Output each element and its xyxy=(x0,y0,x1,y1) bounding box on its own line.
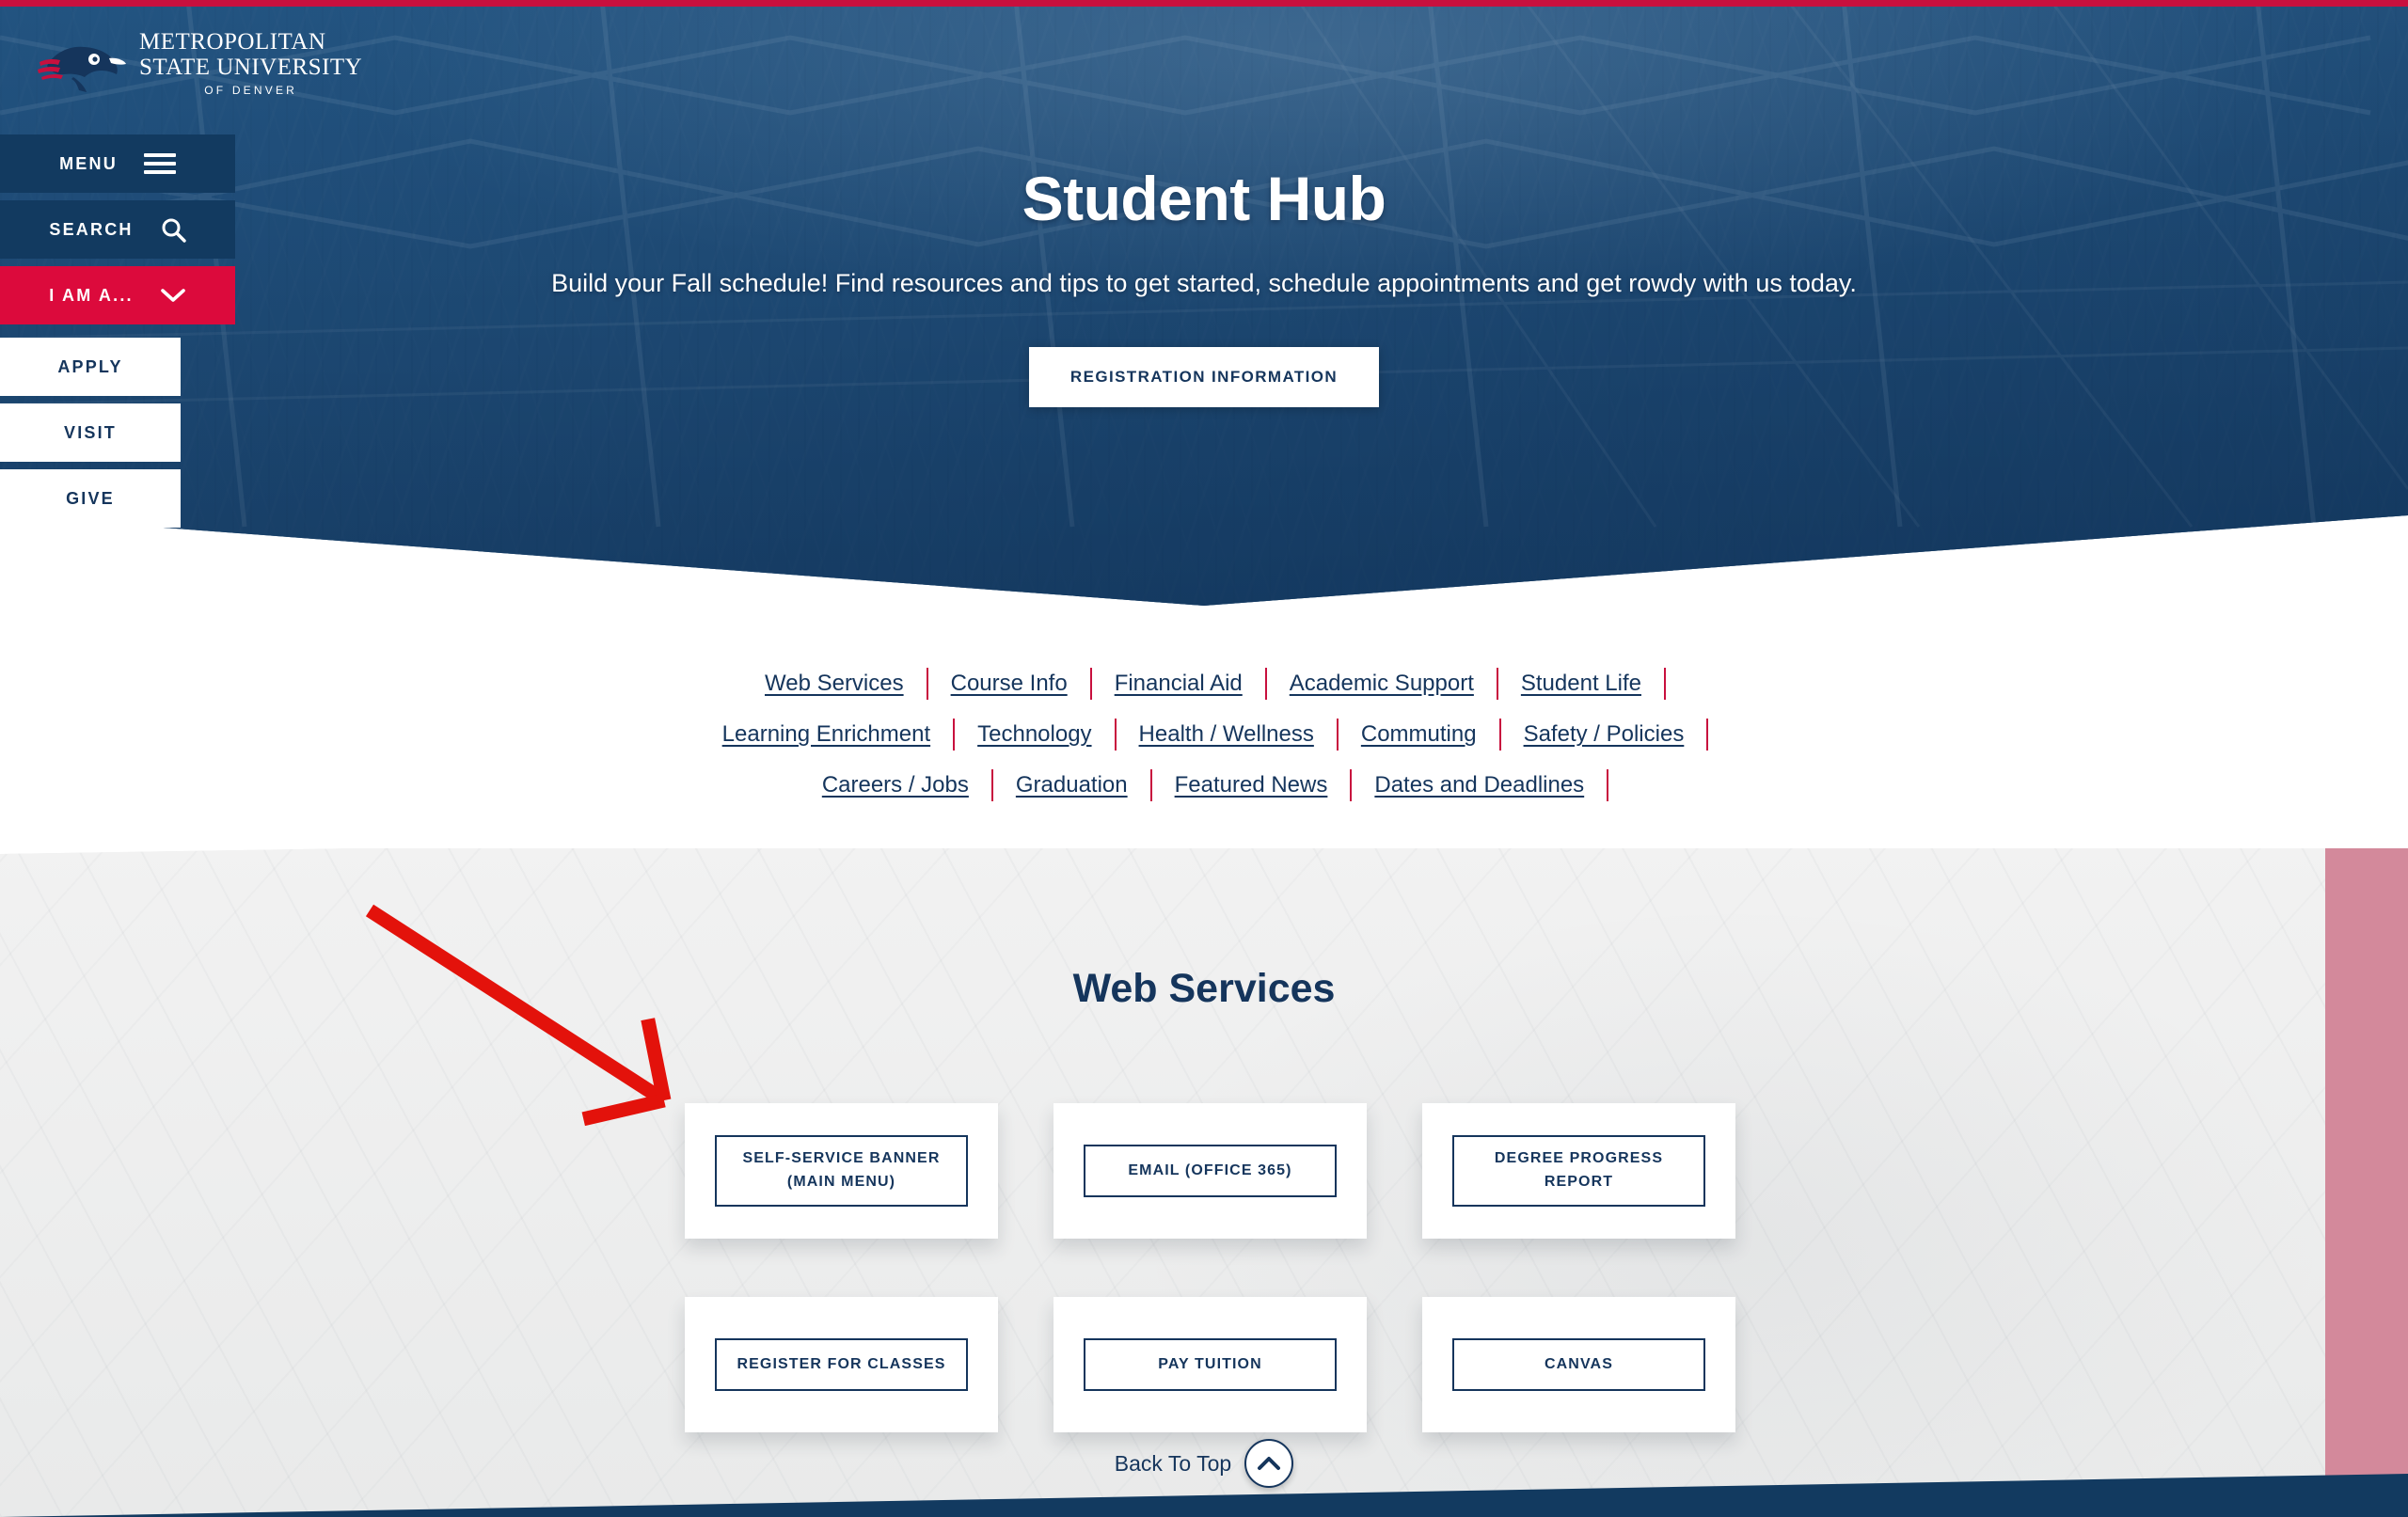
logo-line-2: STATE UNIVERSITY xyxy=(139,55,363,80)
chevron-down-icon xyxy=(160,289,185,302)
give-button[interactable]: GIVE xyxy=(0,469,181,528)
service-button-self-service-banner[interactable]: SELF-SERVICE BANNER (MAIN MENU) xyxy=(715,1135,968,1207)
quick-link-academic-support[interactable]: Academic Support xyxy=(1267,671,1497,697)
i-am-a-button-label: I AM A... xyxy=(49,285,134,305)
service-button-register-for-classes[interactable]: REGISTER FOR CLASSES xyxy=(715,1338,968,1391)
search-button-label: SEARCH xyxy=(49,219,134,239)
registration-information-button[interactable]: REGISTRATION INFORMATION xyxy=(1028,347,1380,407)
quick-link-technology[interactable]: Technology xyxy=(955,721,1114,748)
quick-link-health-wellness[interactable]: Health / Wellness xyxy=(1117,721,1337,748)
pink-accent-stripe xyxy=(2325,816,2408,1517)
service-button-degree-progress[interactable]: DEGREE PROGRESS REPORT xyxy=(1452,1135,1705,1207)
quick-link-financial-aid[interactable]: Financial Aid xyxy=(1092,671,1265,697)
service-card[interactable]: REGISTER FOR CLASSES xyxy=(685,1297,998,1432)
quick-links-panel: Web Services Course Info Financial Aid Acad… xyxy=(0,621,2408,848)
service-card[interactable]: DEGREE PROGRESS REPORT xyxy=(1422,1103,1735,1239)
quick-link-featured-news[interactable]: Featured News xyxy=(1152,772,1351,798)
top-accent-rule xyxy=(0,0,2408,7)
logo-line-1: METROPOLITAN xyxy=(139,29,326,55)
quick-link-course-info[interactable]: Course Info xyxy=(928,671,1090,697)
quick-links-row-3: Careers / Jobs Graduation Featured News Dat… xyxy=(800,769,1609,801)
service-button-pay-tuition[interactable]: PAY TUITION xyxy=(1084,1338,1337,1391)
quick-link-commuting[interactable]: Commuting xyxy=(1339,721,1499,748)
back-to-top-label[interactable]: Back To Top xyxy=(1115,1451,1231,1477)
service-card[interactable]: SELF-SERVICE BANNER (MAIN MENU) xyxy=(685,1103,998,1239)
left-nav-stack: MENU SEARCH I AM A... APPLY VISIT GIVE xyxy=(0,134,235,528)
chevron-up-icon xyxy=(1258,1457,1281,1470)
web-services-heading: Web Services xyxy=(1072,966,1336,1011)
roadrunner-icon xyxy=(38,46,126,92)
search-icon xyxy=(162,218,186,243)
service-button-line-1: DEGREE PROGRESS xyxy=(1494,1150,1664,1167)
visit-button[interactable]: VISIT xyxy=(0,403,181,462)
hamburger-icon xyxy=(143,153,176,174)
page-title: Student Hub xyxy=(1022,164,1386,233)
search-button[interactable]: SEARCH xyxy=(0,200,235,259)
service-button-canvas[interactable]: CANVAS xyxy=(1452,1338,1705,1391)
link-divider xyxy=(1706,719,1709,751)
back-to-top-button[interactable] xyxy=(1244,1439,1294,1488)
web-services-card-grid: SELF-SERVICE BANNER (MAIN MENU) EMAIL (OFF… xyxy=(685,1103,1738,1432)
quick-link-web-services[interactable]: Web Services xyxy=(742,671,927,697)
service-button-text: DEGREE PROGRESS REPORT xyxy=(1495,1147,1663,1194)
service-button-line-2: (MAIN MENU) xyxy=(786,1174,896,1190)
quick-link-safety-policies[interactable]: Safety / Policies xyxy=(1501,721,1707,748)
logo-line-3: OF DENVER xyxy=(204,84,298,97)
quick-links-row-1: Web Services Course Info Financial Aid Acad… xyxy=(742,668,1666,700)
quick-link-graduation[interactable]: Graduation xyxy=(993,772,1150,798)
service-button-line-1: SELF-SERVICE BANNER xyxy=(742,1150,941,1167)
quick-link-careers-jobs[interactable]: Careers / Jobs xyxy=(800,772,991,798)
service-card[interactable]: CANVAS xyxy=(1422,1297,1735,1432)
quick-link-learning-enrichment[interactable]: Learning Enrichment xyxy=(700,721,953,748)
quick-link-dates-and-deadlines[interactable]: Dates and Deadlines xyxy=(1352,772,1607,798)
link-divider xyxy=(1607,769,1609,801)
apply-button[interactable]: APPLY xyxy=(0,338,181,396)
link-divider xyxy=(1663,668,1666,700)
i-am-a-button[interactable]: I AM A... xyxy=(0,266,235,324)
service-button-email-office-365[interactable]: EMAIL (OFFICE 365) xyxy=(1084,1145,1337,1197)
msu-denver-logo[interactable]: METROPOLITAN STATE UNIVERSITY OF DENVER xyxy=(36,30,362,96)
menu-button-label: MENU xyxy=(59,153,118,173)
quick-link-student-life[interactable]: Student Life xyxy=(1498,671,1664,697)
quick-links-row-2: Learning Enrichment Technology Health / We… xyxy=(700,719,1709,751)
menu-button[interactable]: MENU xyxy=(0,134,235,193)
service-card[interactable]: PAY TUITION xyxy=(1054,1297,1367,1432)
service-button-line-2: REPORT xyxy=(1544,1174,1614,1190)
hero-subtitle: Build your Fall schedule! Find resources… xyxy=(551,269,1857,297)
service-card[interactable]: EMAIL (OFFICE 365) xyxy=(1054,1103,1367,1239)
service-button-text: SELF-SERVICE BANNER (MAIN MENU) xyxy=(743,1147,941,1194)
